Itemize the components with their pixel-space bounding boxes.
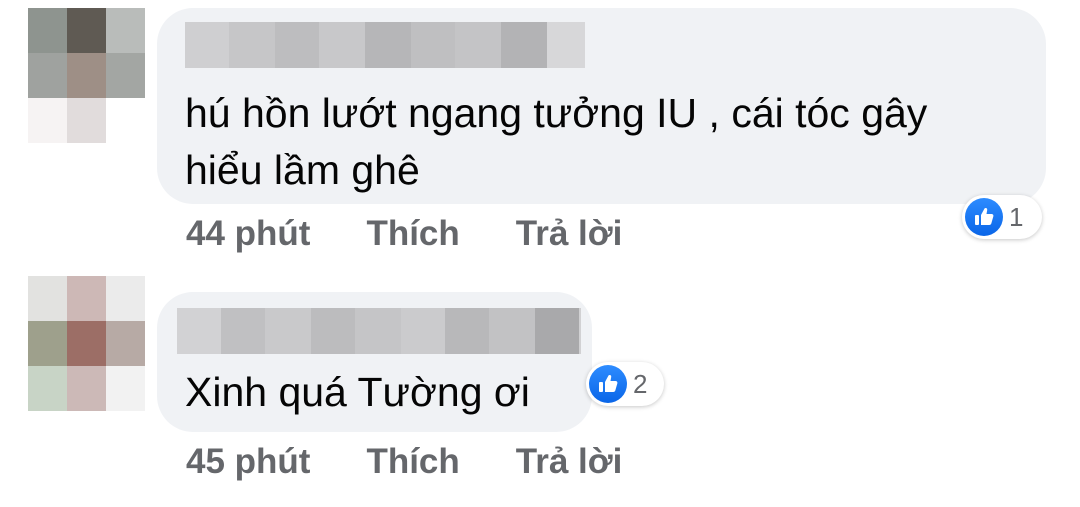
name-mosaic-block — [401, 308, 445, 354]
name-mosaic-block — [177, 308, 221, 354]
comment-bubble: hú hồn lướt ngang tưởng IU , cái tóc gây… — [157, 8, 1046, 204]
avatar-mosaic-tile — [67, 276, 106, 321]
reply-button[interactable]: Trả lời — [516, 442, 623, 482]
avatar-mosaic-tile — [28, 321, 67, 366]
name-mosaic-block — [547, 22, 585, 68]
author-name[interactable] — [185, 22, 585, 68]
reply-button[interactable]: Trả lời — [516, 214, 623, 254]
author-name[interactable] — [177, 308, 581, 354]
avatar-mosaic-tile — [106, 53, 145, 98]
comment-bubble: Xinh quá Tường ơi — [157, 292, 592, 432]
name-mosaic-block — [411, 22, 455, 68]
timestamp[interactable]: 44 phút — [186, 214, 310, 254]
avatar-mosaic-tile — [106, 8, 145, 53]
name-mosaic-block — [319, 22, 365, 68]
thumbs-up-icon — [589, 365, 627, 403]
timestamp[interactable]: 45 phút — [186, 442, 310, 482]
name-mosaic-block — [535, 308, 579, 354]
comment-text: hú hồn lướt ngang tưởng IU , cái tóc gây… — [185, 90, 928, 193]
reaction-count: 1 — [1009, 201, 1024, 232]
avatar-mosaic-tile — [67, 53, 106, 98]
avatar-mosaic-tile — [28, 276, 67, 321]
avatar-mosaic-tile — [106, 366, 145, 411]
name-mosaic-block — [579, 308, 581, 354]
avatar-mosaic-tile — [106, 276, 145, 321]
thumbs-up-icon — [965, 198, 1003, 236]
name-mosaic-block — [501, 22, 547, 68]
avatar-mosaic-tile — [106, 98, 145, 143]
name-mosaic-block — [221, 308, 265, 354]
avatar-mosaic-tile — [67, 321, 106, 366]
comment-actions: 45 phút Thích Trả lời — [186, 442, 622, 482]
reaction-count: 2 — [633, 368, 648, 399]
name-mosaic-block — [489, 308, 535, 354]
avatar-mosaic-tile — [28, 8, 67, 53]
avatar-mosaic-tile — [67, 8, 106, 53]
name-mosaic-block — [355, 308, 401, 354]
avatar-mosaic-tile — [67, 366, 106, 411]
avatar-mosaic-tile — [106, 321, 145, 366]
avatar[interactable] — [28, 8, 145, 143]
reaction-summary[interactable]: 1 — [962, 195, 1042, 239]
avatar-mosaic-tile — [28, 366, 67, 411]
name-mosaic-block — [229, 22, 275, 68]
like-button[interactable]: Thích — [366, 442, 459, 482]
avatar[interactable] — [28, 276, 145, 411]
comment-actions: 44 phút Thích Trả lời — [186, 214, 622, 254]
avatar-mosaic-tile — [67, 98, 106, 143]
comment-text: Xinh quá Tường ơi — [185, 369, 530, 415]
avatar-mosaic-tile — [28, 53, 67, 98]
name-mosaic-block — [455, 22, 501, 68]
name-mosaic-block — [311, 308, 355, 354]
name-mosaic-block — [445, 308, 489, 354]
like-button[interactable]: Thích — [366, 214, 459, 254]
name-mosaic-block — [185, 22, 229, 68]
name-mosaic-block — [365, 22, 411, 68]
avatar-mosaic-tile — [28, 98, 67, 143]
reaction-summary[interactable]: 2 — [586, 362, 664, 406]
name-mosaic-block — [265, 308, 311, 354]
name-mosaic-block — [275, 22, 319, 68]
